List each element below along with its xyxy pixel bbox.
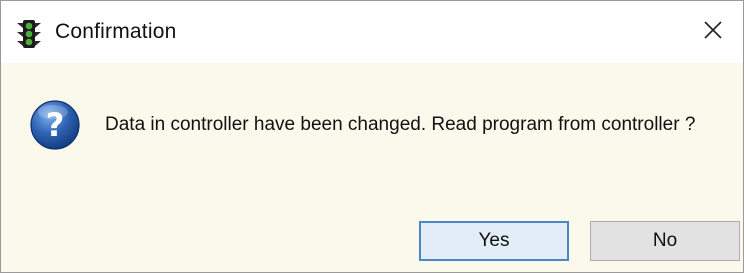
- confirmation-message: Data in controller have been changed. Re…: [105, 114, 696, 135]
- no-button[interactable]: No: [590, 221, 740, 261]
- title-bar[interactable]: Confirmation: [1, 1, 743, 63]
- traffic-light-icon: [16, 19, 42, 49]
- window-title: Confirmation: [55, 20, 177, 43]
- question-icon: ?: [29, 99, 81, 151]
- confirmation-dialog: Confirmation ? Data in controller have b…: [0, 0, 744, 273]
- yes-button[interactable]: Yes: [419, 221, 569, 261]
- close-button[interactable]: [683, 1, 743, 63]
- svg-text:?: ?: [46, 106, 65, 144]
- close-icon: [704, 20, 722, 44]
